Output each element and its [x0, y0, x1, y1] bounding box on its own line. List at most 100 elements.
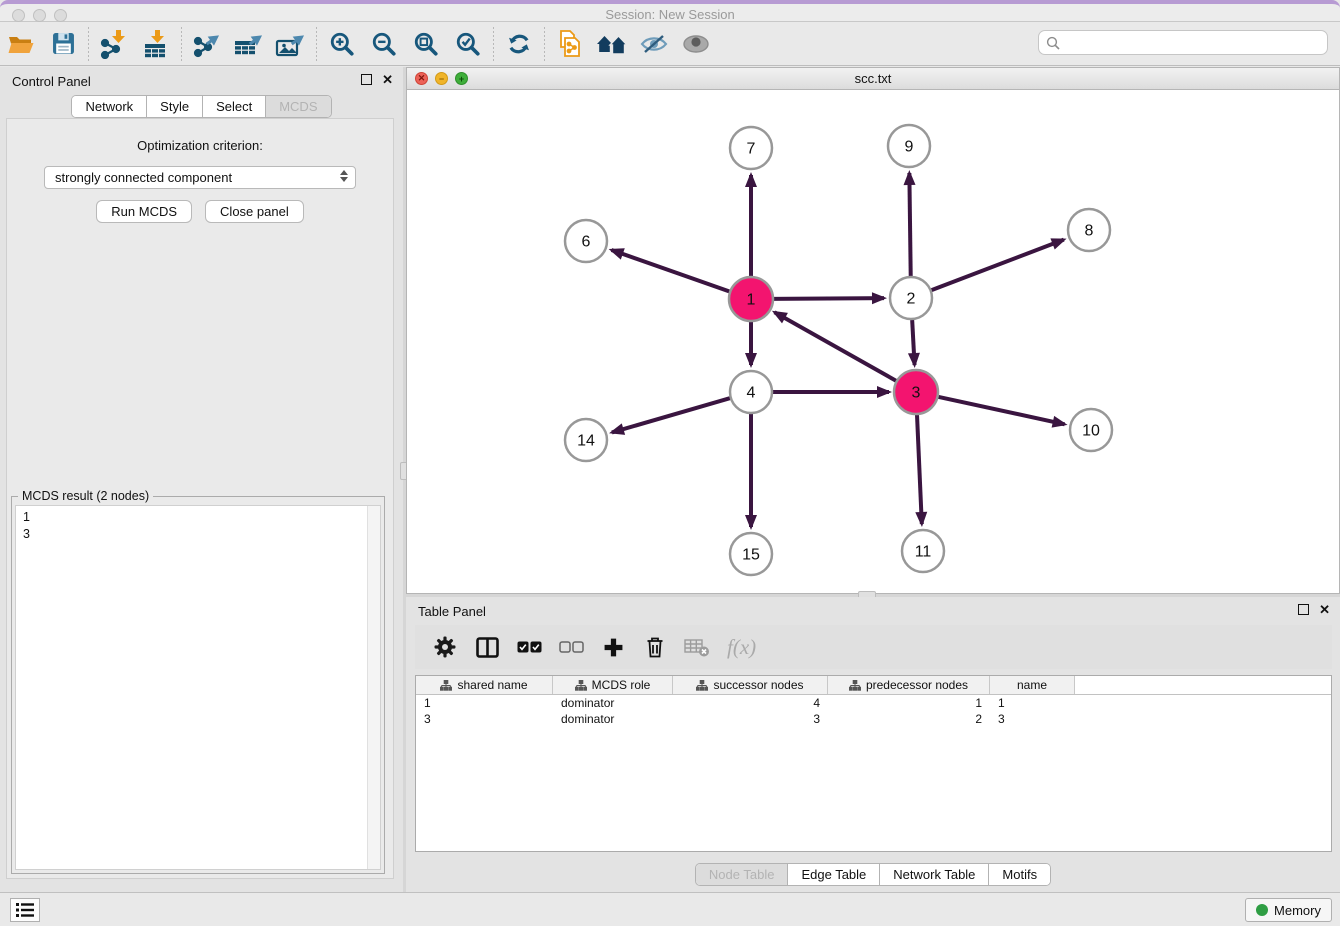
control-panel-close-icon[interactable]: ✕ — [382, 74, 393, 85]
save-session-button[interactable] — [42, 25, 84, 63]
edge-3-11[interactable] — [917, 414, 922, 524]
edge-1-6[interactable] — [611, 250, 730, 292]
column-header-shared-name[interactable]: shared name — [416, 676, 553, 694]
node-10[interactable]: 10 — [1070, 409, 1112, 451]
table-options-button[interactable] — [427, 629, 463, 665]
table-panel-title: Table Panel — [418, 604, 486, 619]
columns-icon — [476, 637, 499, 658]
node-2[interactable]: 2 — [890, 277, 932, 319]
node-14[interactable]: 14 — [565, 419, 607, 461]
delete-column-button[interactable] — [637, 629, 673, 665]
node-7[interactable]: 7 — [730, 127, 772, 169]
delete-table-icon — [684, 638, 710, 657]
tab-motifs[interactable]: Motifs — [988, 864, 1050, 885]
node-label: 8 — [1085, 223, 1094, 240]
tab-network-table[interactable]: Network Table — [879, 864, 988, 885]
node-15[interactable]: 15 — [730, 533, 772, 575]
edge-1-2[interactable] — [773, 298, 884, 299]
export-table-button[interactable] — [228, 25, 270, 63]
node-4[interactable]: 4 — [730, 371, 772, 413]
search-input[interactable] — [1038, 30, 1328, 55]
node-8[interactable]: 8 — [1068, 209, 1110, 251]
import-network-button[interactable] — [93, 25, 135, 63]
network-view-window: ✕ − + scc.txt 7 9 6 8 1 2 4 3 14 10 15 11 — [406, 67, 1340, 594]
column-tree-icon — [575, 680, 587, 691]
open-session-button[interactable] — [0, 25, 42, 63]
table-panel-close-icon[interactable]: ✕ — [1319, 604, 1330, 615]
column-header-predecessor-nodes[interactable]: predecessor nodes — [828, 676, 990, 694]
control-panel: Control Panel ✕ NetworkStyleSelectMCDS O… — [0, 67, 403, 892]
node-label: 6 — [582, 234, 591, 251]
memory-button[interactable]: Memory — [1245, 898, 1332, 922]
tab-style[interactable]: Style — [146, 96, 202, 117]
hide-button[interactable] — [633, 25, 675, 63]
column-header-successor-nodes[interactable]: successor nodes — [673, 676, 828, 694]
network-canvas[interactable]: 7 9 6 8 1 2 4 3 14 10 15 11 — [407, 90, 1339, 593]
show-panels-button[interactable] — [10, 898, 40, 922]
refresh-button[interactable] — [498, 25, 540, 63]
control-panel-float-icon[interactable] — [361, 74, 372, 85]
table-cell: 1 — [990, 695, 1075, 711]
mcds-result-lines: 13 — [16, 506, 380, 543]
trash-icon — [645, 636, 665, 658]
select-all-button[interactable] — [511, 629, 547, 665]
deselect-all-button[interactable] — [553, 629, 589, 665]
import-table-button[interactable] — [135, 25, 177, 63]
edge-3-1[interactable] — [775, 312, 897, 381]
column-tree-icon — [849, 680, 861, 691]
mcds-result-group: MCDS result (2 nodes) 13 — [11, 496, 385, 874]
column-header-label: predecessor nodes — [866, 678, 968, 692]
memory-status-icon — [1256, 904, 1268, 916]
table-row[interactable]: 1dominator411 — [416, 695, 1331, 711]
refresh-icon — [506, 31, 532, 57]
edge-2-8[interactable] — [932, 240, 1064, 291]
zoom-selected-button[interactable] — [447, 25, 489, 63]
zoom-out-button[interactable] — [363, 25, 405, 63]
export-network-button[interactable] — [186, 25, 228, 63]
open-folder-icon — [7, 32, 35, 56]
run-mcds-button[interactable]: Run MCDS — [96, 200, 192, 223]
node-6[interactable]: 6 — [565, 220, 607, 262]
edge-3-10[interactable] — [937, 397, 1064, 425]
houses-button[interactable] — [591, 25, 633, 63]
criterion-select[interactable]: strongly connected component — [44, 166, 356, 189]
table-toolbar: f(x) — [415, 625, 1332, 669]
result-scrollbar[interactable] — [367, 506, 380, 869]
node-table: shared nameMCDS rolesuccessor nodes prede… — [415, 675, 1332, 852]
node-9[interactable]: 9 — [888, 125, 930, 167]
close-panel-button[interactable]: Close panel — [205, 200, 304, 223]
tab-edge-table[interactable]: Edge Table — [787, 864, 879, 885]
memory-label: Memory — [1274, 903, 1321, 918]
column-header-name[interactable]: name — [990, 676, 1075, 694]
column-header-MCDS-role[interactable]: MCDS role — [553, 676, 673, 694]
node-label: 14 — [577, 433, 595, 450]
tab-node-table[interactable]: Node Table — [696, 864, 788, 885]
gear-icon — [434, 636, 456, 658]
mcds-result-textarea[interactable]: 13 — [15, 505, 381, 870]
node-1[interactable]: 1 — [729, 277, 773, 321]
node-label: 11 — [915, 544, 932, 561]
select-all-icon — [517, 641, 542, 653]
show-columns-button[interactable] — [469, 629, 505, 665]
node-label: 10 — [1082, 423, 1100, 440]
tab-mcds[interactable]: MCDS — [265, 96, 330, 117]
duplicate-network-button[interactable] — [549, 25, 591, 63]
tab-network[interactable]: Network — [72, 96, 146, 117]
zoom-in-button[interactable] — [321, 25, 363, 63]
show-button[interactable] — [675, 25, 717, 63]
export-network-icon — [192, 29, 222, 59]
tab-select[interactable]: Select — [202, 96, 265, 117]
export-image-button[interactable] — [270, 25, 312, 63]
edge-2-3[interactable] — [912, 320, 914, 365]
control-panel-title: Control Panel — [12, 74, 91, 89]
table-panel-float-icon[interactable] — [1298, 604, 1309, 615]
network-window-titlebar[interactable]: ✕ − + scc.txt — [407, 68, 1339, 90]
network-window-title: scc.txt — [407, 71, 1339, 86]
node-3[interactable]: 3 — [894, 370, 938, 414]
edge-4-14[interactable] — [612, 398, 730, 432]
node-11[interactable]: 11 — [902, 530, 944, 572]
edge-2-9[interactable] — [909, 173, 910, 276]
create-column-button[interactable] — [595, 629, 631, 665]
zoom-fit-button[interactable] — [405, 25, 447, 63]
table-row[interactable]: 3dominator323 — [416, 711, 1331, 727]
